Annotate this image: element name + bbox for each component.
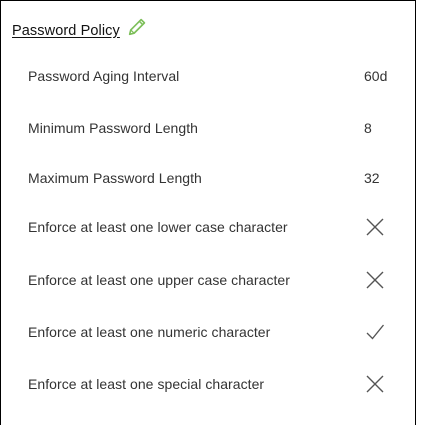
policy-label: Password Aging Interval xyxy=(28,68,180,84)
check-icon xyxy=(364,321,386,343)
policy-row-uppercase: Enforce at least one upper case characte… xyxy=(28,268,397,292)
policy-label: Minimum Password Length xyxy=(28,120,198,136)
x-icon xyxy=(364,216,386,238)
policy-label: Enforce at least one numeric character xyxy=(28,324,271,340)
policy-value: 32 xyxy=(364,170,380,186)
policy-label: Enforce at least one special character xyxy=(28,376,265,392)
x-icon xyxy=(364,269,386,291)
section-header: Password Policy xyxy=(12,18,148,47)
policy-label: Maximum Password Length xyxy=(28,170,202,186)
policy-row-aging-interval: Password Aging Interval 60d xyxy=(28,64,397,88)
policy-value: 60d xyxy=(364,68,388,84)
policy-row-numeric: Enforce at least one numeric character xyxy=(28,320,397,344)
section-title: Password Policy xyxy=(12,23,120,39)
policy-label: Enforce at least one upper case characte… xyxy=(28,272,290,288)
policy-row-max-length: Maximum Password Length 32 xyxy=(28,166,397,190)
policy-row-lowercase: Enforce at least one lower case characte… xyxy=(28,215,397,239)
pencil-icon[interactable] xyxy=(126,16,148,38)
policy-row-special: Enforce at least one special character xyxy=(28,372,397,396)
policy-label: Enforce at least one lower case characte… xyxy=(28,219,288,235)
password-policy-panel: Password Policy Password Aging Interval … xyxy=(0,0,416,425)
x-icon xyxy=(364,373,386,395)
policy-value: 8 xyxy=(364,120,372,136)
policy-row-min-length: Minimum Password Length 8 xyxy=(28,116,397,140)
